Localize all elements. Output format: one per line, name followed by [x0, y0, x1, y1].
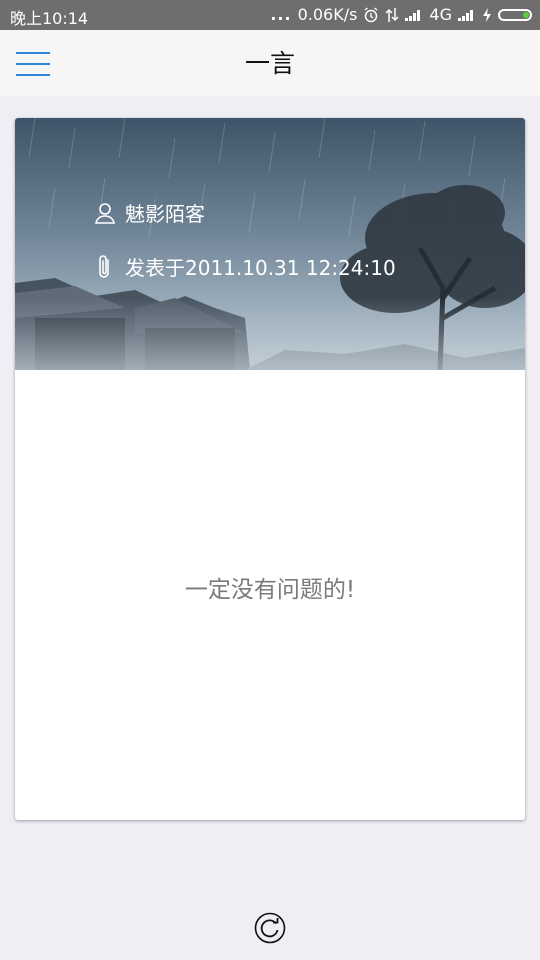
header-image: 魅影陌客 发表于2011.10.31 12:24:10 [15, 118, 525, 370]
network-type: 4G [429, 5, 452, 24]
refresh-icon[interactable] [254, 912, 286, 944]
battery-icon [498, 8, 532, 21]
rainy-scene-illustration [15, 118, 525, 370]
status-icons: ... 0.06K/s 4G [270, 5, 532, 24]
quote-text: 一定没有问题的! [184, 577, 356, 603]
status-time: 晚上10:14 [10, 9, 89, 28]
data-transfer-icon [385, 7, 399, 22]
status-bar: 晚上10:14 ... 0.06K/s 4G [0, 0, 540, 30]
charging-icon [483, 7, 491, 22]
user-icon [95, 202, 115, 224]
network-speed: 0.06K/s [297, 5, 358, 24]
paperclip-icon [99, 254, 109, 278]
author-name: 魅影陌客 [125, 202, 205, 226]
page-title: 一言 [244, 49, 295, 78]
alarm-icon [364, 6, 378, 22]
author-row: 魅影陌客 [93, 198, 205, 227]
quote-card: 魅影陌客 发表于2011.10.31 12:24:10 一定没有问题的! [15, 118, 525, 820]
signal-icon-2 [458, 9, 476, 21]
app-bar: 一言 [0, 30, 540, 96]
more-dots: ... [270, 5, 292, 24]
post-date: 发表于2011.10.31 12:24:10 [125, 256, 396, 280]
signal-icon [405, 9, 423, 21]
date-row: 发表于2011.10.31 12:24:10 [93, 252, 396, 281]
